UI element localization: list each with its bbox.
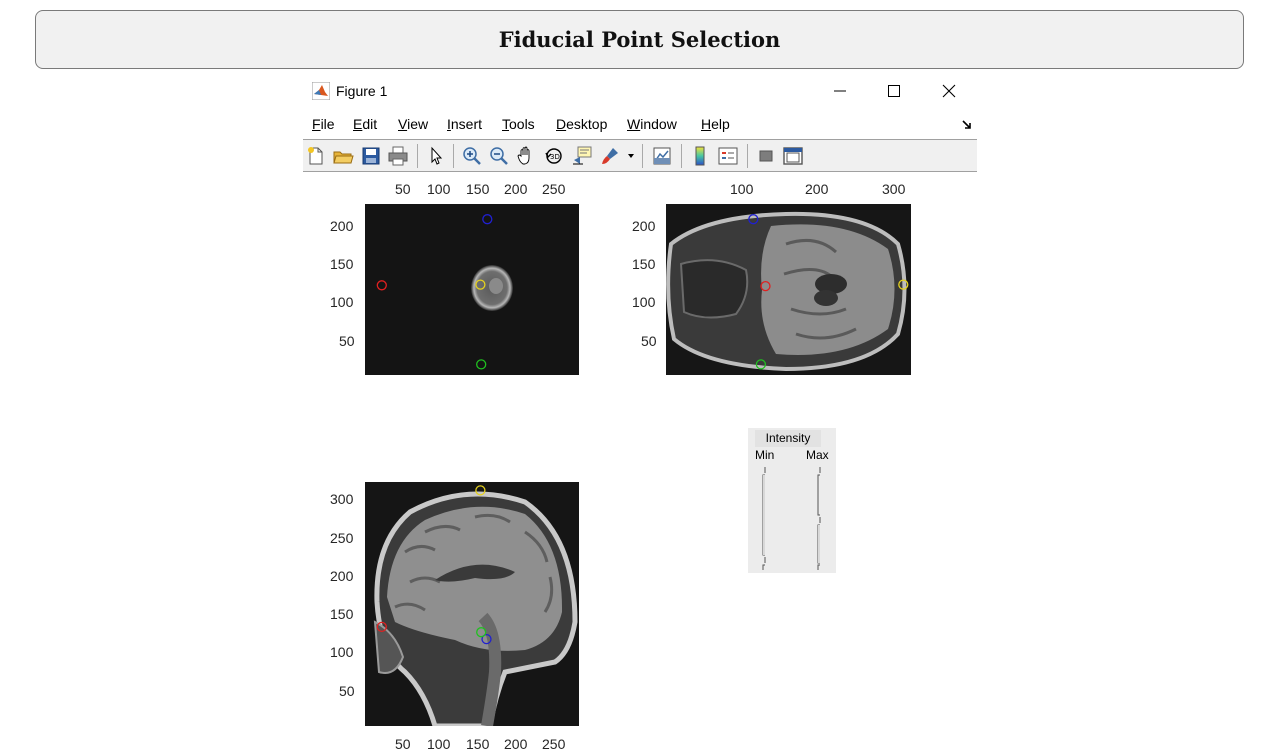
close-icon <box>942 84 956 98</box>
coronal-y-tick: 100 <box>632 294 656 310</box>
dropdown-arrow-icon[interactable] <box>627 152 635 160</box>
coronal-x-tick: 300 <box>882 181 906 197</box>
hide-plot-tools-icon[interactable] <box>755 145 777 167</box>
menu-insert[interactable]: Insert <box>447 116 482 132</box>
sagittal-y-tick: 200 <box>330 568 354 584</box>
open-file-icon[interactable] <box>332 145 354 167</box>
menu-tools[interactable]: Tools <box>502 116 535 132</box>
show-plot-tools-icon[interactable] <box>782 145 804 167</box>
menu-bar: File Edit View Insert Tools Desktop Wind… <box>303 114 977 136</box>
coronal-slice-image[interactable] <box>666 204 911 375</box>
new-figure-icon[interactable] <box>305 145 327 167</box>
sagittal-y-tick: 50 <box>339 683 355 699</box>
legend-icon[interactable] <box>717 145 739 167</box>
max-intensity-slider[interactable] <box>814 465 824 572</box>
min-intensity-slider[interactable] <box>759 465 769 572</box>
coronal-y-tick: 200 <box>632 218 656 234</box>
banner-title: Fiducial Point Selection <box>498 27 781 52</box>
pointer-icon[interactable] <box>425 145 447 167</box>
sagittal-x-tick: 150 <box>466 736 490 752</box>
toolbar-separator <box>453 144 454 168</box>
maximize-button[interactable] <box>882 80 906 102</box>
sagittal-x-tick: 50 <box>395 736 411 752</box>
sagittal-y-tick: 300 <box>330 491 354 507</box>
sagittal-x-tick: 200 <box>504 736 528 752</box>
toolbar-separator <box>417 144 418 168</box>
coronal-y-tick: 50 <box>641 333 657 349</box>
dock-figure-icon[interactable] <box>961 118 973 130</box>
axial-y-tick: 150 <box>330 256 354 272</box>
minimize-button[interactable] <box>828 80 852 102</box>
min-label: Min <box>755 448 775 462</box>
axial-x-tick: 150 <box>466 181 490 197</box>
axial-slice-image[interactable] <box>365 204 579 375</box>
sagittal-y-tick: 150 <box>330 606 354 622</box>
window-title: Figure 1 <box>336 83 388 99</box>
figure-canvas[interactable]: 50 100 150 200 250 200 150 100 50 100 20… <box>303 173 977 752</box>
sagittal-y-tick: 100 <box>330 644 354 660</box>
intensity-panel: Intensity Min Max <box>748 428 836 573</box>
coronal-x-tick: 200 <box>805 181 829 197</box>
toolbar-separator <box>681 144 682 168</box>
menu-window[interactable]: Window <box>627 116 677 132</box>
figure-toolbar: 3D <box>303 139 977 172</box>
axial-y-tick: 200 <box>330 218 354 234</box>
menu-help[interactable]: Help <box>701 116 730 132</box>
axial-y-tick: 100 <box>330 294 354 310</box>
link-plot-icon[interactable] <box>651 145 673 167</box>
matlab-logo-icon <box>312 82 330 100</box>
sagittal-slice-image[interactable] <box>365 482 579 726</box>
colorbar-icon[interactable] <box>689 145 711 167</box>
title-bar[interactable]: Figure 1 <box>303 76 977 106</box>
coronal-y-tick: 150 <box>632 256 656 272</box>
axial-x-tick: 200 <box>504 181 528 197</box>
figure-window: Figure 1 File Edit View Insert Tools Des… <box>303 76 977 752</box>
menu-view[interactable]: View <box>398 116 428 132</box>
print-icon[interactable] <box>387 145 409 167</box>
axial-y-tick: 50 <box>339 333 355 349</box>
close-button[interactable] <box>937 80 961 102</box>
brush-icon[interactable] <box>599 145 621 167</box>
zoom-in-icon[interactable] <box>461 145 483 167</box>
intensity-title: Intensity <box>755 430 821 447</box>
data-cursor-icon[interactable] <box>571 145 593 167</box>
axial-x-tick: 250 <box>542 181 566 197</box>
zoom-out-icon[interactable] <box>488 145 510 167</box>
menu-edit[interactable]: Edit <box>353 116 377 132</box>
maximize-icon <box>888 85 900 97</box>
sagittal-y-tick: 250 <box>330 530 354 546</box>
pan-icon[interactable] <box>515 145 537 167</box>
toolbar-separator <box>642 144 643 168</box>
svg-text:3D: 3D <box>550 153 560 161</box>
rotate-3d-icon[interactable]: 3D <box>543 145 565 167</box>
axial-x-tick: 50 <box>395 181 411 197</box>
minimize-icon <box>834 90 846 92</box>
figure-banner: Fiducial Point Selection <box>35 10 1244 69</box>
sagittal-x-tick: 100 <box>427 736 451 752</box>
sagittal-x-tick: 250 <box>542 736 566 752</box>
menu-file[interactable]: File <box>312 116 335 132</box>
max-label: Max <box>806 448 829 462</box>
axial-x-tick: 100 <box>427 181 451 197</box>
menu-desktop[interactable]: Desktop <box>556 116 607 132</box>
coronal-x-tick: 100 <box>730 181 754 197</box>
toolbar-separator <box>747 144 748 168</box>
save-icon[interactable] <box>360 145 382 167</box>
